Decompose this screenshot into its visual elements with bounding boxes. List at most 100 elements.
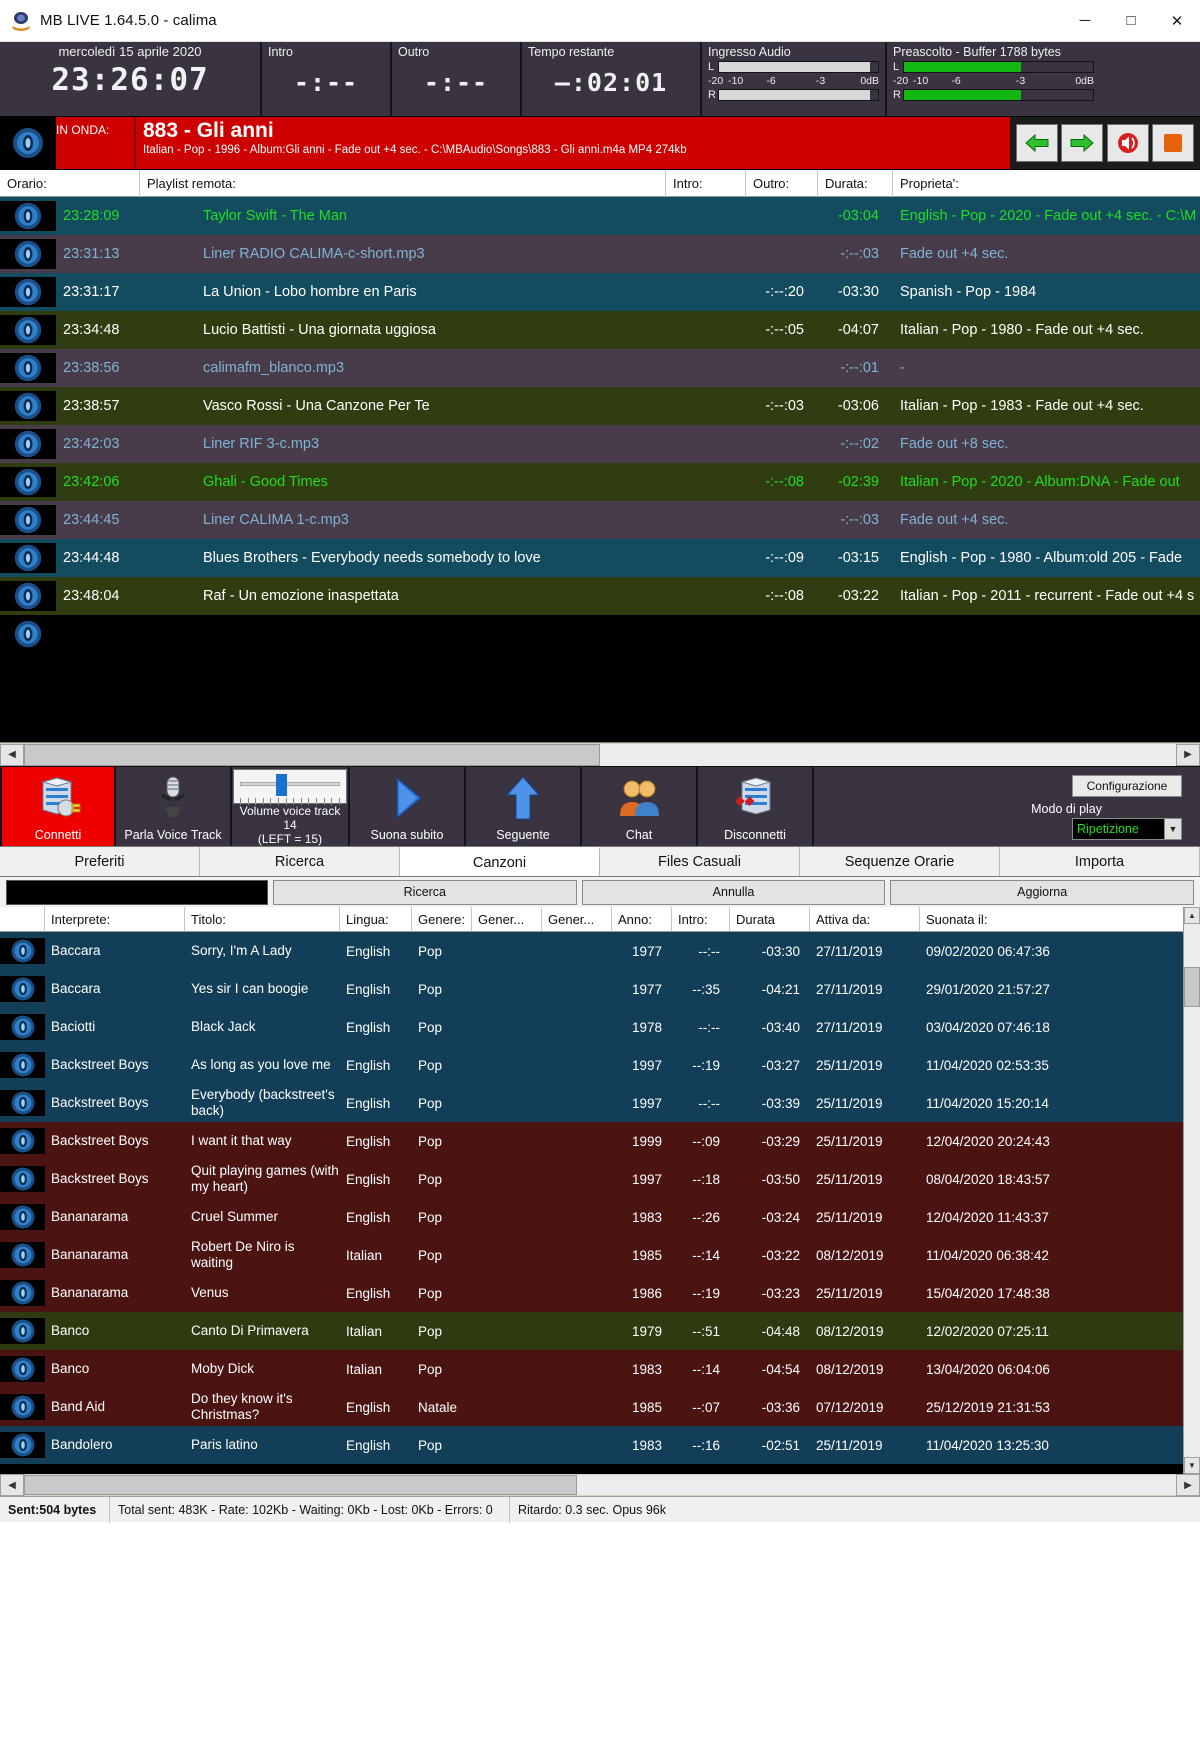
stop-button[interactable] [1152, 124, 1195, 162]
song-row[interactable]: Backstreet Boys Everybody (backstreet's b… [0, 1084, 1183, 1122]
voice-track-volume-slider[interactable]: Volume voice track 14 (LEFT = 15) [232, 767, 350, 846]
play-mode-select[interactable]: Ripetizione ▼ [1072, 818, 1182, 840]
song-row[interactable]: Bananarama Venus English Pop 1986 --:19 -03:23… [0, 1274, 1183, 1312]
songs-col-intro[interactable]: Intro: [672, 907, 730, 931]
playlist-col-proprieta[interactable]: Proprieta': [893, 170, 1200, 197]
configuration-button[interactable]: Configurazione [1072, 775, 1182, 797]
songs-col-genere[interactable]: Genere: [412, 907, 472, 931]
song-row[interactable]: Baccara Sorry, I'm A Lady English Pop 1977 --… [0, 932, 1183, 970]
scroll-right-icon[interactable]: ▶ [1176, 743, 1200, 766]
songs-vscrollbar[interactable]: ▲ ▼ [1183, 907, 1200, 1474]
bottom-tabs[interactable]: Preferiti Ricerca Canzoni Files Casuali Sequ… [0, 846, 1200, 877]
tab-importa[interactable]: Importa [1000, 847, 1200, 876]
songs-col-anno[interactable]: Anno: [612, 907, 672, 931]
song-row[interactable]: Bandolero Paris latino English Pop 1983 --:16… [0, 1426, 1183, 1464]
song-row[interactable]: Bananarama Robert De Niro is waiting Itali… [0, 1236, 1183, 1274]
previous-button[interactable] [1015, 124, 1058, 162]
songs-scroll-left-icon[interactable]: ◀ [0, 1474, 24, 1496]
chevron-down-icon[interactable]: ▼ [1164, 819, 1181, 839]
songs-scroll-thumb[interactable] [1184, 967, 1200, 1007]
play-now-button[interactable]: Suona subito [350, 767, 466, 846]
song-duration: -03:24 [761, 1209, 800, 1225]
songs-col-durata[interactable]: Durata [730, 907, 810, 931]
song-row[interactable]: Banco Canto Di Primavera Italian Pop 1979 --:… [0, 1312, 1183, 1350]
songs-col-suonata[interactable]: Suonata il: [920, 907, 1183, 931]
playlist-row[interactable]: 23:28:09 Taylor Swift - The Man -03:04 Engl… [0, 197, 1200, 235]
intro-value: -:-- [293, 68, 359, 97]
playlist-table[interactable]: 23:28:09 Taylor Swift - The Man -03:04 Engl… [0, 197, 1200, 742]
search-input[interactable] [6, 879, 268, 905]
songs-table[interactable]: Baccara Sorry, I'm A Lady English Pop 1977 --… [0, 932, 1183, 1474]
song-row[interactable]: Bananarama Cruel Summer English Pop 1983 --:2… [0, 1198, 1183, 1236]
row-outro: -:--:05 [765, 322, 804, 338]
playlist-hscrollbar[interactable]: ◀ ▶ [0, 742, 1200, 766]
song-active-from: 25/11/2019 [816, 1171, 883, 1187]
song-speaker-icon [0, 1204, 45, 1230]
outro-panel: Outro -:-- [392, 42, 522, 116]
tab-sequenze-orarie[interactable]: Sequenze Orarie [800, 847, 1000, 876]
playlist-row[interactable]: 23:38:56 calimafm_blanco.mp3 -:--:01 - [0, 349, 1200, 387]
scroll-up-icon[interactable]: ▲ [1184, 907, 1200, 924]
scroll-down-icon[interactable]: ▼ [1184, 1457, 1200, 1474]
search-button[interactable]: Ricerca [273, 879, 577, 905]
song-row[interactable]: Backstreet Boys As long as you love me Eng… [0, 1046, 1183, 1084]
songs-col-titolo[interactable]: Titolo: [185, 907, 340, 931]
songs-hscrollbar[interactable]: ◀ ▶ [0, 1474, 1200, 1496]
row-duration: -:--:02 [840, 436, 879, 452]
minimize-button[interactable]: ─ [1062, 0, 1108, 42]
songs-col-interprete[interactable]: Interprete: [45, 907, 185, 931]
volume-slider-control[interactable] [233, 769, 347, 805]
maximize-button[interactable]: □ [1108, 0, 1154, 42]
playlist-row[interactable]: 23:42:03 Liner RIF 3-c.mp3 -:--:02 Fade out… [0, 425, 1200, 463]
playlist-row[interactable]: 23:44:48 Blues Brothers - Everybody needs… [0, 539, 1200, 577]
voice-track-button[interactable]: Parla Voice Track [116, 767, 232, 846]
playlist-col-remote[interactable]: Playlist remota: [140, 169, 666, 197]
songs-col-lingua[interactable]: Lingua: [340, 907, 412, 931]
song-row[interactable]: Baciotti Black Jack English Pop 1978 --:-- -03… [0, 1008, 1183, 1046]
songs-col-genere2[interactable]: Gener... [472, 907, 542, 931]
preview-left-meter [903, 61, 1094, 73]
song-row[interactable]: Backstreet Boys Quit playing games (with … [0, 1160, 1183, 1198]
songs-hscroll-thumb[interactable] [24, 1475, 577, 1495]
song-artist: Baccara [51, 943, 101, 958]
tab-ricerca[interactable]: Ricerca [200, 847, 400, 876]
chat-button[interactable]: Chat [582, 767, 698, 846]
playlist-col-outro[interactable]: Outro: [746, 169, 818, 197]
volume-slider-thumb[interactable] [276, 774, 287, 796]
song-row[interactable]: Band Aid Do they know it's Christmas? Engl… [0, 1388, 1183, 1426]
connect-button[interactable]: Connetti [0, 767, 116, 846]
playlist-row[interactable]: 23:31:13 Liner RADIO CALIMA-c-short.mp3 -:… [0, 235, 1200, 273]
next-button[interactable] [1061, 124, 1104, 162]
scroll-left-icon[interactable]: ◀ [0, 743, 24, 766]
songs-col-genere3[interactable]: Gener... [542, 907, 612, 931]
playlist-col-intro[interactable]: Intro: [666, 169, 746, 197]
playlist-row[interactable]: 23:38:57 Vasco Rossi - Una Canzone Per Te… [0, 387, 1200, 425]
close-button[interactable]: ✕ [1154, 0, 1200, 42]
playlist-row[interactable]: 23:48:04 Raf - Un emozione inaspettata -:-… [0, 577, 1200, 615]
row-speaker-icon [0, 391, 56, 421]
cancel-button[interactable]: Annulla [581, 879, 886, 905]
playlist-scroll-thumb[interactable] [24, 743, 600, 766]
playlist-row[interactable]: 23:31:17 La Union - Lobo hombre en Paris -… [0, 273, 1200, 311]
song-language: Italian [346, 1323, 383, 1339]
songs-col-attiva[interactable]: Attiva da: [810, 907, 920, 931]
disconnect-button[interactable]: Disconnetti [698, 767, 814, 846]
playlist-row[interactable]: 23:44:45 Liner CALIMA 1-c.mp3 -:--:03 Fade … [0, 501, 1200, 539]
songs-scroll-right-icon[interactable]: ▶ [1176, 1474, 1200, 1496]
song-row[interactable]: Backstreet Boys I want it that way English… [0, 1122, 1183, 1160]
mute-speaker-button[interactable] [1106, 124, 1149, 162]
playlist-row[interactable]: 23:34:48 Lucio Battisti - Una giornata ug… [0, 311, 1200, 349]
songs-hscroll-track[interactable] [24, 1475, 1176, 1495]
tab-preferiti[interactable]: Preferiti [0, 847, 200, 876]
row-outro: -:--:03 [765, 398, 804, 414]
update-button[interactable]: Aggiorna [890, 879, 1195, 905]
playlist-scroll-track[interactable] [24, 743, 1176, 766]
tab-files-casuali[interactable]: Files Casuali [600, 847, 800, 876]
song-row[interactable]: Banco Moby Dick Italian Pop 1983 --:14 -04:54 0… [0, 1350, 1183, 1388]
tab-canzoni[interactable]: Canzoni [400, 847, 600, 876]
song-row[interactable]: Baccara Yes sir I can boogie English Pop 197… [0, 970, 1183, 1008]
playlist-row[interactable]: 23:42:06 Ghali - Good Times -:--:08 -02:39 I… [0, 463, 1200, 501]
next-track-button[interactable]: Seguente [466, 767, 582, 846]
playlist-col-durata[interactable]: Durata: [818, 169, 893, 197]
playlist-col-orario[interactable]: Orario: [0, 169, 140, 197]
